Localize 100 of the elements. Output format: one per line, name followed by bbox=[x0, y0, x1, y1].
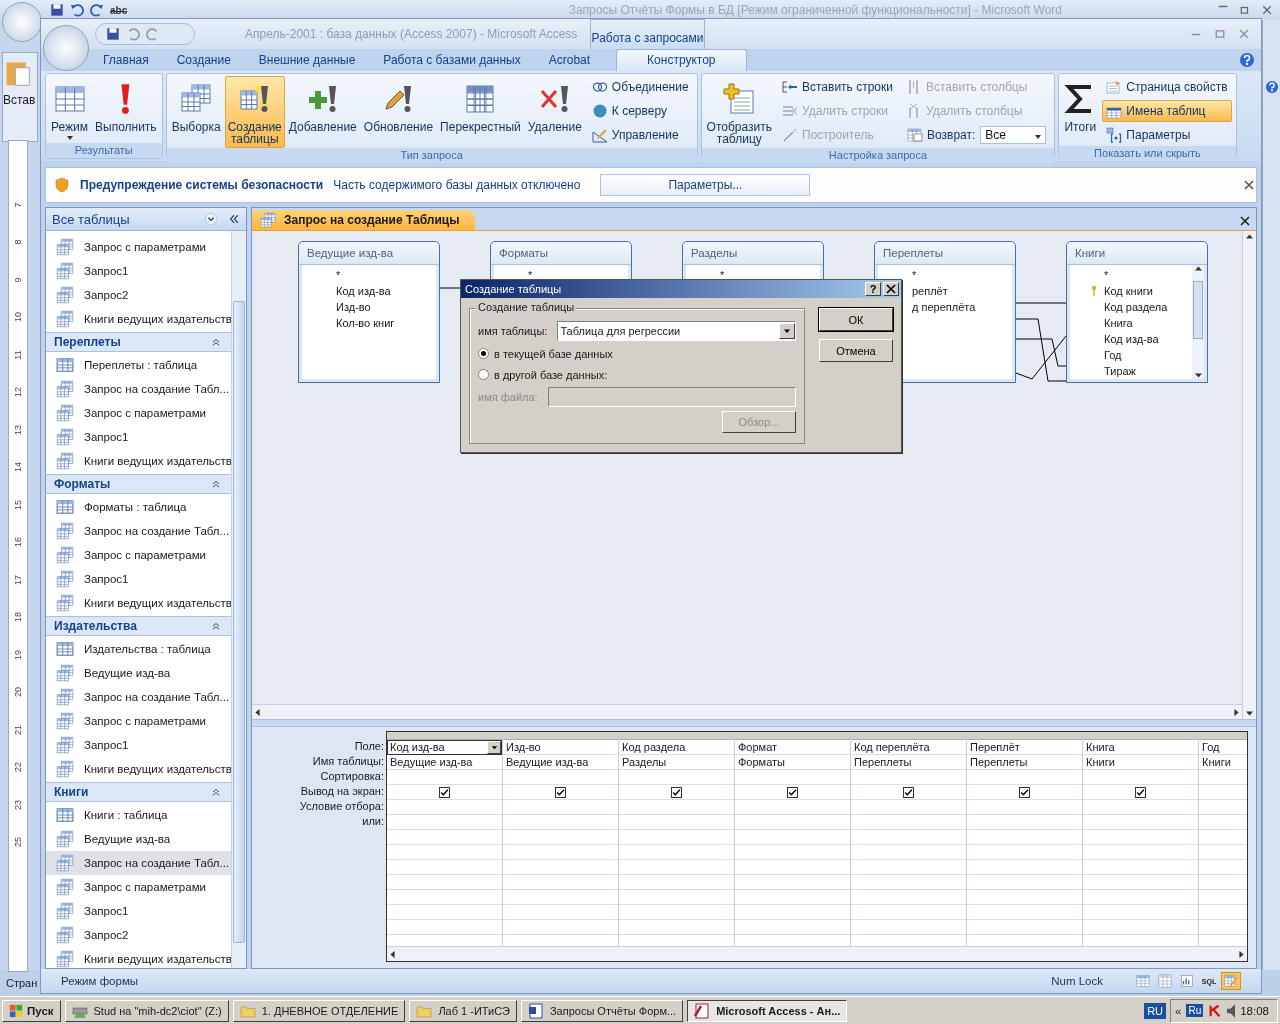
checkbox[interactable] bbox=[787, 787, 798, 798]
field-name[interactable]: Код книги bbox=[1104, 285, 1153, 297]
paste-button[interactable]: Встав bbox=[2, 52, 38, 142]
grid-cell[interactable]: Код изд-ва bbox=[387, 740, 502, 755]
arrow-down-icon[interactable] bbox=[1194, 372, 1202, 379]
field-name[interactable]: Год bbox=[1104, 349, 1122, 361]
nav-item[interactable]: Издательства : таблица bbox=[46, 637, 231, 661]
nav-item[interactable]: Запрос с параметрами bbox=[46, 401, 231, 425]
grid-cell[interactable]: Книги bbox=[1199, 755, 1247, 770]
field-name[interactable]: Изд-во bbox=[336, 301, 371, 313]
nav-item[interactable]: Форматы : таблица bbox=[46, 495, 231, 519]
field-name[interactable]: реплёт bbox=[912, 285, 948, 297]
nav-item[interactable]: Книги ведущих издательств bbox=[46, 449, 231, 473]
field-name[interactable]: Код изд-ва bbox=[336, 285, 391, 297]
nav-item[interactable]: Книги ведущих издательств bbox=[46, 307, 231, 331]
grid-cell[interactable]: Переплеты bbox=[851, 755, 966, 770]
field-name[interactable]: Тираж bbox=[1104, 365, 1136, 377]
checkbox[interactable] bbox=[1135, 787, 1146, 798]
file-name-field[interactable] bbox=[547, 387, 796, 407]
nav-item[interactable]: Запрос2 bbox=[46, 283, 231, 307]
ribbon-button[interactable]: Объединение bbox=[587, 76, 693, 98]
ribbon-button[interactable]: Перекрестный bbox=[437, 76, 524, 140]
table-box[interactable]: Книги * Код книги Код раздела Книга Код изд-ва Год Тираж bbox=[1066, 241, 1208, 383]
arrow-right-icon[interactable] bbox=[1238, 950, 1245, 958]
taskbar-button[interactable]: Microsoft Access - Ан... bbox=[687, 999, 848, 1022]
nav-item[interactable]: Книги ведущих издательств bbox=[46, 947, 231, 968]
checkbox[interactable] bbox=[555, 787, 566, 798]
checkbox[interactable] bbox=[1019, 787, 1030, 798]
arrow-up-icon[interactable] bbox=[1246, 233, 1253, 240]
ribbon-button[interactable]: Параметры bbox=[1102, 124, 1232, 146]
nav-item[interactable]: Ведущие изд-ва bbox=[46, 661, 231, 685]
taskbar-button[interactable]: Запросы Отчёты Форм... bbox=[520, 999, 684, 1022]
nav-item[interactable]: Запрос1 bbox=[46, 899, 231, 923]
nav-item[interactable]: Запрос на создание Табл... bbox=[46, 851, 231, 875]
ribbon-button[interactable]: Итоги bbox=[1061, 76, 1100, 140]
ribbon-button[interactable]: Выборка bbox=[168, 76, 224, 140]
nav-item[interactable]: Запрос1 bbox=[46, 425, 231, 449]
nav-item[interactable]: Запрос на создание Табл... bbox=[46, 377, 231, 401]
ribbon-button[interactable]: Обновление bbox=[360, 76, 437, 140]
ribbon-button[interactable]: Добавление bbox=[285, 76, 360, 140]
ribbon-button[interactable]: Отобразить таблицу bbox=[703, 76, 775, 148]
grid-cell[interactable]: Форматы bbox=[735, 755, 850, 770]
ribbon-button[interactable]: Вставить строки bbox=[778, 76, 897, 98]
nav-item[interactable]: Ведущие изд-ва bbox=[46, 827, 231, 851]
document-tab[interactable]: Запрос на создание Таблицы bbox=[252, 210, 476, 230]
nav-item[interactable]: Книги : таблица bbox=[46, 803, 231, 827]
arrow-left-icon[interactable] bbox=[389, 950, 396, 958]
grid-cell[interactable]: Переплеты bbox=[967, 755, 1082, 770]
grid-cell[interactable]: Ведущие изд-ва bbox=[387, 755, 502, 770]
field-name[interactable]: Код раздела bbox=[1104, 301, 1168, 313]
arrow-up-icon[interactable] bbox=[1194, 265, 1202, 272]
radio-option[interactable]: в другой базе данных: bbox=[478, 366, 796, 383]
ribbon-tab[interactable]: Работа с базами данных bbox=[369, 50, 535, 71]
field-name[interactable]: * bbox=[912, 269, 917, 281]
nav-group-header[interactable]: Книги bbox=[46, 782, 231, 802]
nav-group-header[interactable]: Издательства bbox=[46, 616, 231, 636]
ok-button[interactable]: ОК bbox=[819, 308, 893, 331]
field-name[interactable]: д переплёта bbox=[912, 301, 976, 313]
nav-item[interactable]: Книги ведущих издательств bbox=[46, 757, 231, 781]
table-name-field[interactable]: Таблица для регрессии bbox=[557, 321, 796, 341]
ribbon-tab[interactable]: Acrobat bbox=[534, 50, 605, 71]
close-icon[interactable] bbox=[1240, 216, 1250, 226]
nav-item[interactable]: Запрос1 bbox=[46, 259, 231, 283]
grid-cell[interactable]: Ведущие изд-ва bbox=[503, 755, 618, 770]
ribbon-button[interactable]: Страница свойств bbox=[1102, 76, 1232, 98]
ribbon-button[interactable]: Создание таблицы bbox=[224, 76, 285, 148]
ribbon-button[interactable]: Выполнить bbox=[92, 76, 160, 140]
nav-item[interactable]: Запрос1 bbox=[46, 567, 231, 591]
grid-cell[interactable]: Книги bbox=[1083, 755, 1198, 770]
field-name[interactable]: Книга bbox=[1104, 317, 1133, 329]
ribbon-button[interactable]: Удаление bbox=[524, 76, 585, 140]
arrow-left-icon[interactable] bbox=[254, 708, 261, 716]
taskbar-button[interactable]: Лаб 1 -ИТиСЭ bbox=[409, 999, 517, 1022]
grid-cell[interactable]: Формат bbox=[735, 740, 850, 755]
field-name[interactable]: Кол-во книг bbox=[336, 317, 395, 329]
grid-cell[interactable]: Код раздела bbox=[619, 740, 734, 755]
grid-cell[interactable]: Разделы bbox=[619, 755, 734, 770]
nav-item[interactable]: Переплеты : таблица bbox=[46, 353, 231, 377]
field-name[interactable]: Код изд-ва bbox=[1104, 333, 1159, 345]
nav-item[interactable]: Запрос с параметрами bbox=[46, 875, 231, 899]
checkbox[interactable] bbox=[671, 787, 682, 798]
input-indicator[interactable]: Ru bbox=[1186, 1004, 1204, 1017]
tray-expand[interactable]: « bbox=[1175, 1004, 1182, 1017]
nav-item[interactable]: Запрос на создание Табл... bbox=[46, 685, 231, 709]
nav-item[interactable]: Запрос на создание Табл... bbox=[46, 519, 231, 543]
grid-cell[interactable]: Переплёт bbox=[967, 740, 1082, 755]
ribbon-tab[interactable]: Создание bbox=[162, 50, 245, 71]
start-button[interactable]: Пуск bbox=[2, 999, 61, 1022]
grid-cell[interactable]: Год bbox=[1199, 740, 1247, 755]
taskbar-button[interactable]: Stud на "mih-dc2\ciot" (Z:) bbox=[64, 999, 229, 1022]
nav-item[interactable]: Запрос2 bbox=[46, 923, 231, 947]
help-button[interactable]: ? bbox=[865, 282, 881, 296]
options-button[interactable]: Параметры... bbox=[600, 174, 811, 196]
checkbox[interactable] bbox=[439, 787, 450, 798]
field-name[interactable]: * bbox=[528, 269, 533, 281]
close-icon[interactable] bbox=[1244, 180, 1254, 190]
ribbon-button[interactable]: Режим bbox=[48, 76, 91, 143]
return-dropdown[interactable]: Все bbox=[980, 126, 1047, 144]
language-indicator[interactable]: RU bbox=[1144, 1002, 1166, 1019]
checkbox[interactable] bbox=[903, 787, 914, 798]
